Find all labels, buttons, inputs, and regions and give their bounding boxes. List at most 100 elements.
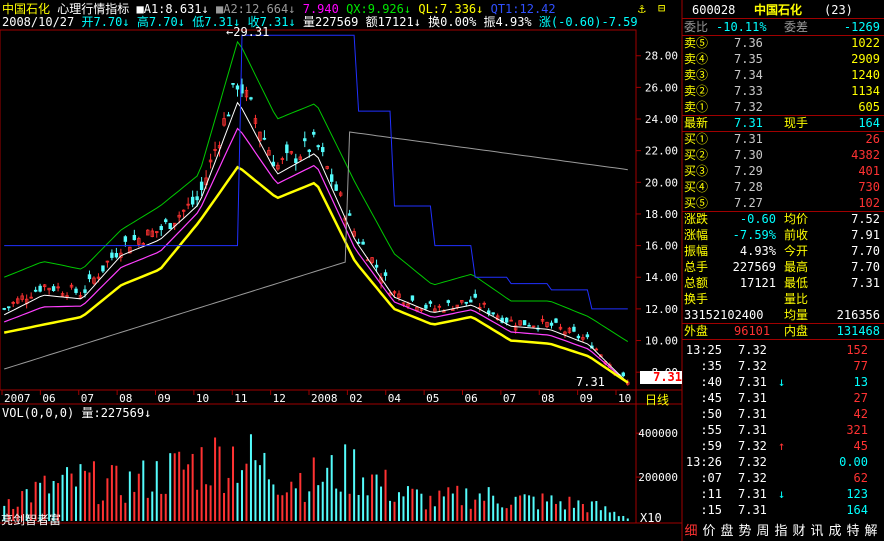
- tab-indicator[interactable]: 指: [772, 523, 790, 541]
- volume-bar: [537, 509, 540, 521]
- price-tick-label: 26.00: [645, 81, 678, 94]
- ask-price: 7.35: [734, 52, 763, 66]
- date-tick-label: 08: [119, 392, 132, 405]
- last-label: 最新: [684, 116, 709, 130]
- tab-feature[interactable]: 特: [844, 523, 862, 541]
- qt-step-line: [4, 34, 628, 310]
- volume-bar: [546, 501, 549, 521]
- period-label[interactable]: 日线: [645, 391, 669, 408]
- bid-label: 买④: [684, 180, 709, 194]
- volume-bar: [258, 465, 261, 521]
- volume-bar: [240, 470, 243, 521]
- tab-trend[interactable]: 势: [736, 523, 754, 541]
- vol-tick-label: 400000: [638, 427, 678, 440]
- price-tick-label: 14.00: [645, 271, 678, 284]
- price-tick-label: 20.00: [645, 176, 678, 189]
- stat-value: 4.93%: [739, 244, 776, 258]
- bid-label: 买②: [684, 148, 709, 162]
- tab-news[interactable]: 讯: [808, 523, 826, 541]
- volume-bar: [187, 464, 190, 521]
- candle-body: [285, 144, 289, 154]
- bid-row: 买③ 7.29 401: [682, 163, 884, 179]
- volume-bar: [115, 465, 118, 521]
- tick-volume: 13: [853, 375, 868, 389]
- candle-body: [469, 299, 473, 303]
- volume-bars: [3, 434, 629, 521]
- stat-label: 涨跌: [684, 212, 709, 226]
- stat-label: 今开: [784, 244, 809, 258]
- stat-row: 振幅 4.93% 今开 7.70: [682, 243, 884, 259]
- ma-line-white: [3, 101, 629, 384]
- volume-bar: [276, 494, 279, 521]
- tick-row: :07 7.32 62: [682, 470, 884, 486]
- volume-bar: [169, 453, 172, 521]
- ask-volume: 1134: [851, 84, 880, 98]
- tab-explain[interactable]: 解: [862, 523, 880, 541]
- tab-volume[interactable]: 成: [826, 523, 844, 541]
- date-tick-label: 09: [580, 392, 593, 405]
- tick-time: :55: [700, 423, 722, 437]
- volume-bar: [519, 495, 522, 521]
- candle-body: [101, 265, 105, 272]
- candle-body: [168, 223, 172, 230]
- volume-bar: [389, 500, 392, 521]
- volume-bar: [429, 495, 432, 521]
- volume-bar: [586, 512, 589, 521]
- volume-bar: [88, 472, 91, 521]
- volume-bar: [451, 493, 454, 521]
- ask-label: 卖⑤: [684, 36, 709, 50]
- volume-bar: [501, 507, 504, 521]
- candle-body: [51, 286, 56, 291]
- volume-bar: [424, 509, 427, 521]
- volume-bar: [308, 491, 311, 521]
- volume-bar: [205, 484, 208, 521]
- tab-book[interactable]: 盘: [718, 523, 736, 541]
- volume-bar: [581, 503, 584, 521]
- date-tick-label: 07: [81, 392, 94, 405]
- tab-detail[interactable]: 细: [682, 523, 700, 541]
- candle-body: [522, 320, 527, 326]
- tick-price: 7.31: [738, 423, 767, 437]
- ask-row: 卖⑤ 7.36 1022: [682, 35, 884, 51]
- stat-row: 涨跌 -0.60 均价 7.52: [682, 211, 884, 227]
- tab-finance[interactable]: 财: [790, 523, 808, 541]
- tick-row: :40 7.31 ↓ 13: [682, 374, 884, 390]
- tick-arrow-icon: ↑: [778, 439, 786, 453]
- volume-bar: [371, 474, 374, 521]
- volume-bar: [375, 474, 378, 521]
- volume-bar: [617, 516, 620, 521]
- volume-bar: [75, 486, 78, 521]
- date-tick-label: 05: [426, 392, 439, 405]
- ask-row: 卖③ 7.34 1240: [682, 67, 884, 83]
- stat-row: 涨幅 -7.59% 前收 7.91: [682, 227, 884, 243]
- tick-time: :35: [700, 359, 722, 373]
- volume-bar: [362, 477, 365, 521]
- candle-body: [199, 181, 204, 191]
- tab-period[interactable]: 周: [754, 523, 772, 541]
- bid-price: 7.31: [734, 132, 763, 146]
- tick-row: :55 7.31 321: [682, 422, 884, 438]
- volume-bar: [83, 470, 86, 521]
- candle-body: [334, 184, 338, 191]
- volume-header: VOL(0,0,0) 量:227569↓: [2, 406, 151, 420]
- volume-bar: [402, 496, 405, 521]
- weibi-label: 委比: [684, 20, 709, 34]
- stat-value: 7.70: [851, 244, 880, 258]
- indicator-lines: [3, 34, 629, 384]
- volume-bar: [613, 511, 616, 521]
- last-price: 7.31: [734, 116, 763, 130]
- ask-label: 卖①: [684, 100, 709, 114]
- volume-bar: [281, 495, 284, 521]
- tick-price: 7.32: [738, 359, 767, 373]
- vol-label: VOL(0,0,0): [2, 406, 75, 420]
- candle-body: [361, 241, 365, 245]
- ask-price: 7.34: [734, 68, 763, 82]
- candle-body: [114, 253, 119, 258]
- stat-value: -0.60: [739, 212, 776, 226]
- volume-bar: [590, 501, 593, 521]
- volume-bar: [164, 493, 167, 521]
- candle-body: [294, 158, 298, 163]
- bid-volume: 4382: [851, 148, 880, 162]
- volume-bar: [330, 455, 333, 521]
- tab-price[interactable]: 价: [700, 523, 718, 541]
